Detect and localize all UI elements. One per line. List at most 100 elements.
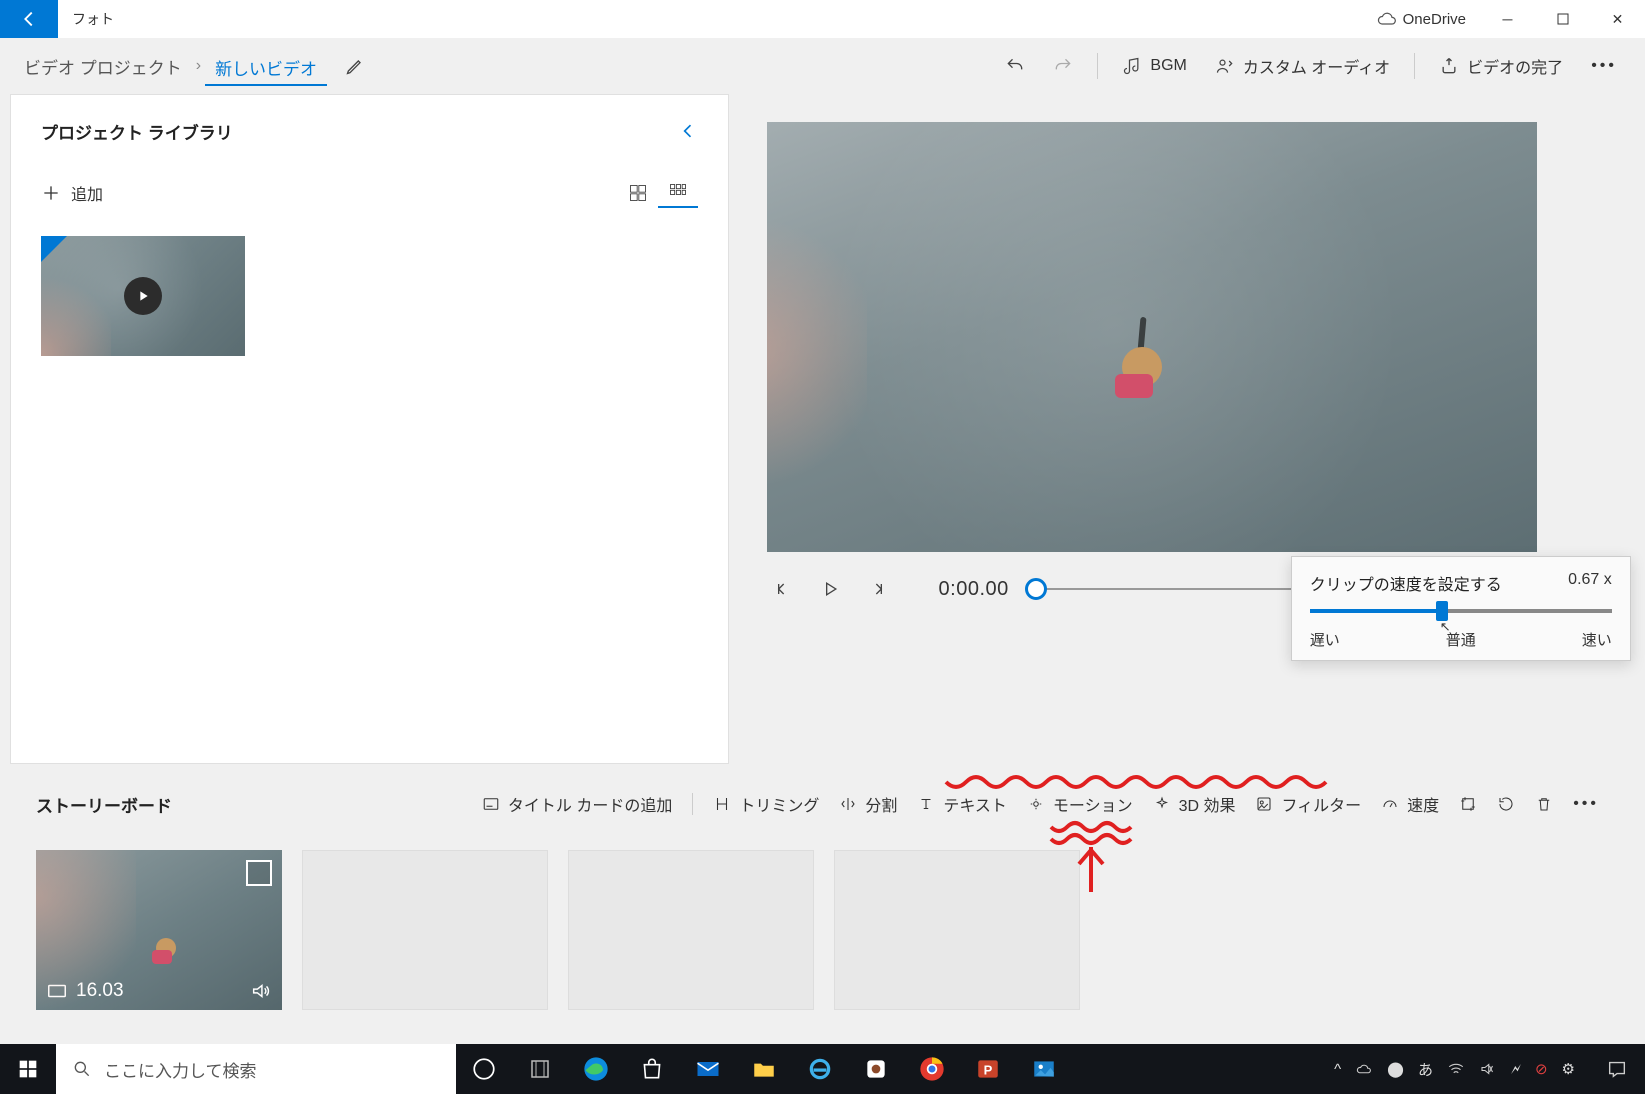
speed-value: 0.67 x [1568,571,1612,595]
video-preview[interactable] [767,122,1537,552]
svg-text:P: P [984,1062,993,1077]
taskbar: ここに入力して検索 P ^ ⬤ あ 🗲 ⊘ ⚙ [0,1044,1645,1094]
command-bar: ビデオ プロジェクト › 新しいビデオ BGM カスタム オーディオ ビデオの完… [0,38,1645,94]
delete-button[interactable] [1525,791,1563,817]
play-icon [820,579,840,599]
speed-slider-handle[interactable] [1436,601,1448,621]
current-time: 0:00.00 [939,578,1009,601]
plus-icon [41,183,61,203]
speed-label-fast: 速い [1582,629,1612,650]
photos-button[interactable] [1016,1044,1072,1094]
redo-button[interactable] [1039,50,1087,82]
tray-battery-icon[interactable]: 🗲 [1511,1061,1521,1078]
cloud-icon [1377,9,1397,29]
undo-button[interactable] [991,50,1039,82]
ellipsis-icon: ••• [1591,57,1617,75]
split-button[interactable]: 分割 [829,788,907,820]
storyboard-section: ストーリーボード タイトル カードの追加 トリミング 分割 テキスト モーション… [0,764,1645,1010]
export-icon [1439,56,1459,76]
seek-slider[interactable]: クリップの速度を設定する 0.67 x ↖ 遅い 普通 速い [1027,574,1457,604]
grid-small-button[interactable] [618,179,658,207]
powerpoint-button[interactable]: P [960,1044,1016,1094]
prev-frame-button[interactable] [767,574,797,604]
explorer-button[interactable] [736,1044,792,1094]
close-button[interactable]: ✕ [1590,0,1645,38]
rotate-button[interactable] [1487,791,1525,817]
title-bar: フォト OneDrive ─ ✕ [0,0,1645,38]
volume-icon[interactable] [250,980,272,1002]
minimize-button[interactable]: ─ [1480,0,1535,38]
crop-button[interactable] [1449,791,1487,817]
start-button[interactable] [0,1044,56,1094]
add-media-button[interactable]: 追加 [41,181,103,205]
taskbar-app-2[interactable] [848,1044,904,1094]
maximize-button[interactable] [1535,0,1590,38]
add-title-card-button[interactable]: タイトル カードの追加 [472,788,682,820]
clip-checkbox[interactable] [246,860,272,886]
tray-settings-icon[interactable]: ⚙ [1562,1060,1575,1078]
store-button[interactable] [624,1044,680,1094]
text-button[interactable]: テキスト [907,788,1017,820]
speed-button[interactable]: 速度 [1371,788,1449,820]
taskbar-app[interactable] [512,1044,568,1094]
ellipsis-icon: ••• [1573,795,1599,813]
breadcrumb-root[interactable]: ビデオ プロジェクト [14,46,192,87]
grid-large-icon [668,182,688,202]
tray-stop-icon[interactable]: ⊘ [1535,1060,1548,1078]
step-back-icon [772,579,792,599]
storyboard-more-button[interactable]: ••• [1563,791,1609,817]
breadcrumb-current[interactable]: 新しいビデオ [205,47,327,86]
trim-icon [713,795,731,813]
storyboard-clip[interactable]: 16.03 [36,850,282,1010]
tray-wifi-icon[interactable] [1447,1060,1465,1078]
trim-button[interactable]: トリミング [703,788,829,820]
speed-slider[interactable]: ↖ [1310,609,1612,613]
redo-icon [1053,56,1073,76]
mail-button[interactable] [680,1044,736,1094]
next-frame-button[interactable] [863,574,893,604]
tray-volume-icon[interactable] [1479,1060,1497,1078]
filter-button[interactable]: フィルター [1245,788,1371,820]
powerpoint-icon: P [975,1056,1001,1082]
tray-onedrive-icon[interactable] [1355,1060,1373,1078]
system-tray[interactable]: ^ ⬤ あ 🗲 ⊘ ⚙ [1334,1059,1589,1080]
back-button[interactable] [0,0,58,38]
chrome-button[interactable] [904,1044,960,1094]
task-view-button[interactable] [456,1044,512,1094]
chevron-left-icon [678,121,698,141]
library-clip-thumb[interactable] [41,236,245,356]
action-center-button[interactable] [1589,1044,1645,1094]
folder-icon [751,1056,777,1082]
tray-ime-icon[interactable]: あ [1418,1059,1433,1080]
rename-button[interactable] [345,56,365,76]
onedrive-button[interactable]: OneDrive [1377,9,1466,29]
3d-effects-button[interactable]: 3D 効果 [1143,788,1246,820]
more-button[interactable]: ••• [1577,51,1631,81]
storyboard-empty-slot[interactable] [834,850,1080,1010]
storyboard-empty-slot[interactable] [568,850,814,1010]
rotate-icon [1497,795,1515,813]
ie-icon [807,1056,833,1082]
finish-video-button[interactable]: ビデオの完了 [1425,48,1577,84]
trash-icon [1535,795,1553,813]
title-card-icon [482,795,500,813]
grid-large-button[interactable] [658,178,698,208]
play-button[interactable] [815,574,845,604]
project-library-panel: プロジェクト ライブラリ 追加 [10,94,729,764]
text-icon [917,795,935,813]
pencil-icon [345,56,365,76]
ie-button[interactable] [792,1044,848,1094]
motion-button[interactable]: モーション [1017,788,1143,820]
play-overlay-icon [124,277,162,315]
step-forward-icon [868,579,888,599]
tray-chevron-icon[interactable]: ^ [1334,1061,1341,1078]
edge-button[interactable] [568,1044,624,1094]
bgm-button[interactable]: BGM [1108,50,1200,82]
taskbar-search[interactable]: ここに入力して検索 [56,1044,456,1094]
tray-app-icon[interactable]: ⬤ [1387,1060,1404,1078]
speed-label-slow: 遅い [1310,629,1340,650]
custom-audio-button[interactable]: カスタム オーディオ [1201,48,1404,84]
collapse-panel-button[interactable] [678,121,698,141]
storyboard-empty-slot[interactable] [302,850,548,1010]
seek-thumb[interactable] [1025,578,1047,600]
